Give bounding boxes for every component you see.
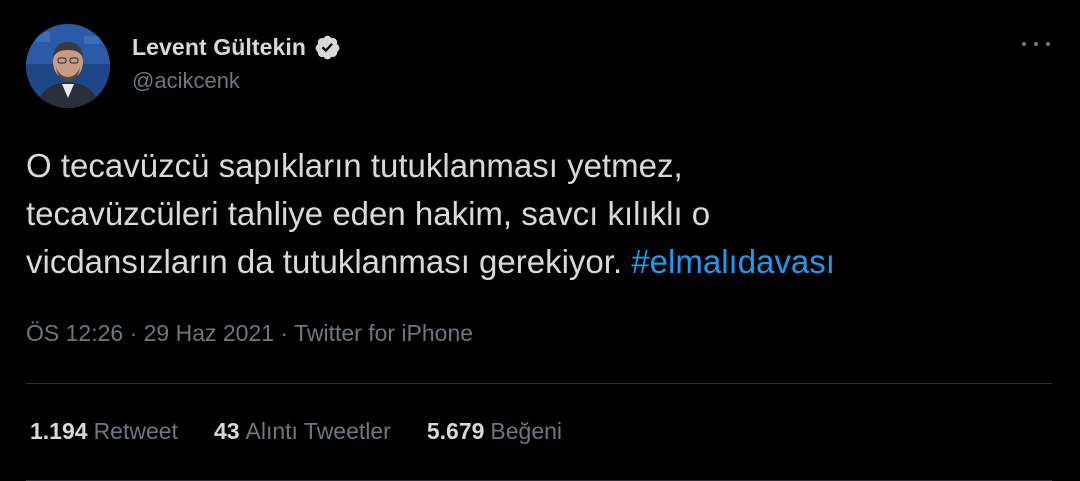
stat-count: 1.194 (30, 418, 88, 444)
stat-count: 43 (213, 418, 240, 444)
engagement-stats: 1.194 Retweet 43 Alıntı Tweetler 5.679 Beğe… (30, 418, 598, 445)
tweet-timestamp[interactable]: ÖS 12:26 · 29 Haz 2021 · Twitter for iPh… (26, 320, 473, 347)
stat-count: 5.679 (426, 418, 485, 444)
more-options-icon[interactable] (1018, 32, 1054, 56)
quote-tweet-count[interactable]: 43 Alıntı Tweetler (214, 418, 391, 445)
divider (26, 383, 1052, 384)
avatar[interactable] (26, 24, 110, 108)
user-handle[interactable]: @acikcenk (132, 68, 240, 94)
tweet-text-line-with-hashtag: vicdansızların da tutuklanması gerekiyor… (26, 238, 1056, 286)
dot (1022, 42, 1026, 46)
tweet-text-line: vicdansızların da tutuklanması gerekiyor… (26, 243, 623, 280)
stat-label: Retweet (93, 418, 178, 444)
author-name-row[interactable]: Levent Gültekin (132, 30, 341, 64)
stat-label: Beğeni (490, 418, 563, 444)
stat-label: Alıntı Tweetler (245, 418, 391, 444)
tweet-text-line: tecavüzcüleri tahliye eden hakim, savcı … (26, 195, 711, 232)
tweet-card: Levent Gültekin @acikcenk O tecavüzcü sa… (0, 0, 1080, 481)
tweet-text-line: O tecavüzcü sapıkların tutuklanması yetm… (26, 147, 683, 184)
profile-photo-icon (26, 24, 110, 108)
dot (1046, 42, 1050, 46)
display-name[interactable]: Levent Gültekin (132, 34, 306, 61)
verified-badge-icon (315, 35, 340, 59)
retweet-count[interactable]: 1.194 Retweet (30, 418, 178, 445)
tweet-text: O tecavüzcü sapıkların tutuklanması yetm… (26, 142, 1056, 286)
hashtag-link[interactable]: #elmalıdavası (631, 243, 835, 280)
like-count[interactable]: 5.679 Beğeni (427, 418, 562, 445)
dot (1034, 42, 1038, 46)
